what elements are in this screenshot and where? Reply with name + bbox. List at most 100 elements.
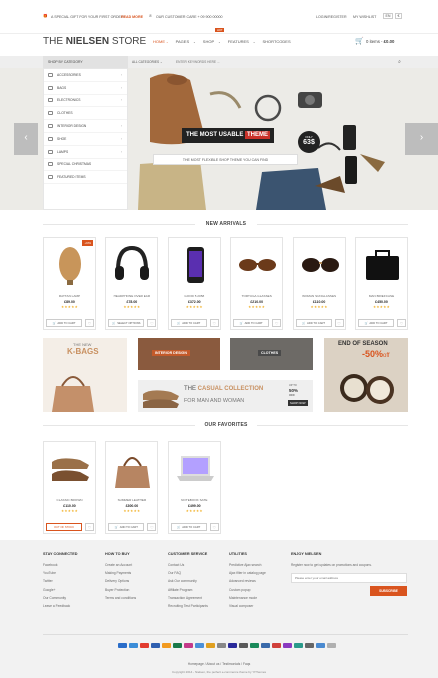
product-card[interactable]: WOMAN SUNGLASSES £110.00 ★★★★★ 🛒 ADD TO CART… (292, 237, 346, 330)
product-name[interactable]: MAN BRIEFCASE (356, 294, 407, 298)
product-name[interactable]: HEADPHONE OVER EAR (106, 294, 157, 298)
wishlist-heart-icon[interactable]: ♡ (209, 523, 219, 531)
logo[interactable]: THE NIELSEN STORE (43, 36, 146, 47)
add-to-cart-button[interactable]: 🛒 ADD TO CART (46, 319, 82, 327)
product-name[interactable]: TORTUGA GLASSES (231, 294, 282, 298)
language-select[interactable]: EN (383, 13, 393, 19)
footer-link[interactable]: Google+ (43, 588, 78, 596)
kbags-banner[interactable]: THE NEW K-BAGS (43, 338, 127, 412)
footer-link[interactable]: Twitter (43, 579, 78, 587)
add-to-cart-button[interactable]: 🛒 ADD TO CART (233, 319, 270, 327)
footer-link[interactable]: Recruiting Test Participants (168, 604, 208, 612)
product-card[interactable]: TORTUGA GLASSES £210.00 ★★★★★ 🛒 ADD TO CART ♡ (230, 237, 284, 330)
footer-link[interactable]: Buyer Protection (105, 588, 136, 596)
cart-summary[interactable]: 0 items - £0.00 (366, 39, 394, 44)
casual-collection-banner[interactable]: THE CASUAL COLLECTION FOR MAN AND WOMAN … (138, 380, 313, 412)
sidebar-item[interactable]: LAMPS › (44, 146, 127, 159)
footer-link[interactable]: Delivery Options (105, 579, 136, 587)
footer-link[interactable]: Our FAQ (168, 571, 208, 579)
footer-link[interactable]: Contact Us (168, 563, 208, 571)
interior-banner[interactable]: INTERIOR DESIGN (138, 338, 220, 370)
nav-home[interactable]: HOME (153, 39, 165, 44)
footer-link[interactable]: Leave a Feedback (43, 604, 78, 612)
product-card[interactable]: HEADPHONE OVER EAR £78.00 ★★★★★ 🛒 SELECT OPT… (105, 237, 159, 330)
add-to-cart-button[interactable]: 🛒 ADD TO CART (108, 523, 145, 531)
product-name[interactable]: SUMMER LEATHER (106, 498, 157, 502)
product-name[interactable]: CLASSIC BROWN (44, 498, 95, 502)
product-name[interactable]: WOMAN SUNGLASSES (294, 294, 345, 298)
cart-icon[interactable]: 🛒 (355, 37, 364, 45)
product-card[interactable]: NOTEBOOK SATE £499.00 ★★★★★ 🛒 ADD TO CART ♡ (167, 441, 221, 534)
footer-link[interactable]: Our Community (43, 596, 78, 604)
slider-next-button[interactable]: › (405, 123, 438, 155)
product-name[interactable]: RATTAN LAMP (44, 294, 95, 298)
product-card[interactable]: GOOD 5 2058 £372.00 ★★★★★ 🛒 ADD TO CART ♡ (167, 237, 221, 330)
sidebar-item[interactable]: SHOE › (44, 133, 127, 146)
product-image[interactable] (175, 244, 216, 286)
end-of-season-banner[interactable]: END OF SEASON -50%off (324, 338, 408, 412)
product-card[interactable]: -23% RATTAN LAMP £89.00 ★★★★★ 🛒 ADD TO CART ♡ (43, 237, 96, 330)
add-to-cart-button[interactable]: 🛒 ADD TO CART (170, 319, 207, 327)
footer-link[interactable]: Maintenance mode (229, 596, 266, 604)
footer-link[interactable]: YouTube (43, 571, 78, 579)
nav-shortcodes[interactable]: SHORTCODES (262, 39, 290, 44)
sidebar-item[interactable]: INTERIOR DESIGN › (44, 120, 127, 133)
footer-link[interactable]: Advanced reviews (229, 579, 266, 587)
footer-link[interactable]: Ajax filter in catalog page (229, 571, 266, 579)
product-name[interactable]: NOTEBOOK SATE (169, 498, 220, 502)
add-to-cart-button[interactable]: 🛒 ADD TO CART (295, 319, 332, 327)
footer-link[interactable]: Facebook (43, 563, 78, 571)
sidebar-item[interactable]: ELECTRONICS › (44, 95, 127, 108)
product-image[interactable] (112, 448, 153, 490)
wishlist-heart-icon[interactable]: ♡ (147, 319, 157, 327)
add-to-cart-button[interactable]: 🛒 ADD TO CART (358, 319, 394, 327)
footer-link[interactable]: Making Payments (105, 571, 136, 579)
footer-link[interactable]: Custom popup (229, 588, 266, 596)
product-card[interactable]: SUMMER LEATHER £300.00 ★★★★★ 🛒 ADD TO CART ♡ (105, 441, 159, 534)
nav-features[interactable]: FEATURES (228, 39, 249, 44)
wishlist-heart-icon[interactable]: ♡ (209, 319, 219, 327)
footer-link[interactable]: Transaction Agreement (168, 596, 208, 604)
product-image[interactable] (112, 244, 153, 286)
nav-pages[interactable]: PAGES (176, 39, 190, 44)
add-to-cart-button[interactable]: 🛒 SELECT OPTIONS (108, 319, 145, 327)
sidebar-item[interactable]: FEATURED ITEMS (44, 171, 127, 185)
product-image[interactable] (300, 244, 341, 286)
wishlist-link[interactable]: MY WISHLIST (353, 15, 376, 19)
product-card[interactable]: MAN BRIEFCASE £450.00 ★★★★★ 🛒 ADD TO CART ♡ (355, 237, 408, 330)
product-image[interactable] (362, 244, 403, 286)
search-icon[interactable]: ⌕ (391, 56, 408, 68)
wishlist-heart-icon[interactable]: ♡ (272, 319, 282, 327)
footer-link[interactable]: Visual composer (229, 604, 266, 612)
wishlist-heart-icon[interactable]: ♡ (85, 319, 94, 327)
slider-prev-button[interactable]: ‹ (14, 123, 38, 155)
wishlist-heart-icon[interactable]: ♡ (397, 319, 406, 327)
sidebar-item[interactable]: ACCESSORIES › (44, 69, 127, 82)
currency-select[interactable]: € (395, 13, 402, 19)
sidebar-item[interactable]: BAGS › (44, 82, 127, 95)
subscribe-button[interactable]: SUBSCRIBE (370, 586, 407, 596)
product-image[interactable] (50, 244, 91, 286)
read-more-link[interactable]: READ MORE (121, 15, 143, 19)
nav-shop[interactable]: SHOP (203, 39, 214, 44)
footer-link[interactable]: Create an Account (105, 563, 136, 571)
shop-by-category[interactable]: SHOP BY CATEGORY (43, 56, 128, 68)
footer-link[interactable]: Terms and conditions (105, 596, 136, 604)
out-of-stock-button[interactable]: OUT OF STOCK (46, 523, 82, 531)
product-image[interactable] (175, 448, 216, 490)
wishlist-heart-icon[interactable]: ♡ (147, 523, 157, 531)
clothes-banner[interactable]: CLOTHES (230, 338, 313, 370)
wishlist-heart-icon[interactable]: ♡ (334, 319, 344, 327)
sidebar-item[interactable]: SPECIAL CHRISTMAS (44, 159, 127, 172)
product-image[interactable] (237, 244, 278, 286)
add-to-cart-button[interactable]: 🛒 ADD TO CART (170, 523, 207, 531)
footer-bottom-links[interactable]: Homepage / About us / Testimonials / Faq… (0, 662, 438, 666)
footer-link[interactable]: Ask Our community (168, 579, 208, 587)
login-link[interactable]: LOGIN/REGISTER (316, 15, 347, 19)
product-card[interactable]: CLASSIC BROWN £110.00 ★★★★★ OUT OF STOCK ♡ (43, 441, 96, 534)
search-input[interactable] (172, 57, 390, 67)
wishlist-heart-icon[interactable]: ♡ (85, 523, 94, 531)
product-name[interactable]: GOOD 5 2058 (169, 294, 220, 298)
newsletter-email-field[interactable] (291, 573, 407, 583)
product-image[interactable] (50, 448, 91, 490)
